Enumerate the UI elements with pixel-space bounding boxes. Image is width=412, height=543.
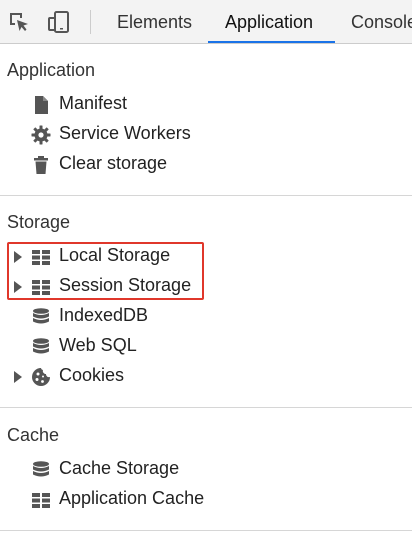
grid-icon (31, 490, 51, 510)
sidebar-item-label: Service Workers (59, 123, 191, 143)
expand-arrow-icon[interactable] (14, 371, 22, 383)
toolbar-divider (90, 10, 91, 34)
section-title-cache: Cache (7, 425, 60, 445)
sidebar-item-label: Web SQL (59, 335, 137, 355)
inspect-element-icon[interactable] (7, 10, 31, 34)
sidebar-item-label: Clear storage (59, 153, 168, 173)
sidebar-item-web-sql[interactable]: Web SQL (0, 332, 412, 362)
application-sidebar: Application Manifest Service Workers Cle… (0, 44, 412, 543)
sidebar-item-cache-storage[interactable]: Cache Storage (0, 455, 412, 485)
cookie-icon (31, 367, 51, 387)
sidebar-item-clear-storage[interactable]: Clear storage (0, 150, 412, 180)
sidebar-item-label: IndexedDB (59, 305, 149, 325)
trash-icon (31, 155, 51, 175)
sidebar-item-label: Manifest (59, 93, 128, 113)
tab-console[interactable]: Console (351, 0, 412, 43)
sidebar-item-service-workers[interactable]: Service Workers (0, 120, 412, 150)
section-title-storage: Storage (7, 212, 71, 232)
sidebar-item-indexeddb[interactable]: IndexedDB (0, 302, 412, 332)
database-icon (31, 307, 51, 327)
section-divider (0, 195, 412, 196)
section-title-application: Application (7, 60, 96, 80)
gear-icon (31, 125, 51, 145)
devtools-toolbar: Elements Application Console (0, 0, 412, 44)
tab-elements[interactable]: Elements (117, 0, 192, 43)
document-icon (31, 95, 51, 115)
section-divider (0, 407, 412, 408)
highlight-annotation-box (7, 242, 204, 300)
database-icon (31, 337, 51, 357)
sidebar-item-label: Cache Storage (59, 458, 180, 478)
sidebar-item-label: Cookies (59, 365, 125, 385)
sidebar-item-label: Application Cache (59, 488, 205, 508)
section-divider (0, 530, 412, 531)
database-icon (31, 460, 51, 480)
sidebar-item-application-cache[interactable]: Application Cache (0, 485, 412, 515)
sidebar-item-cookies[interactable]: Cookies (0, 362, 412, 392)
device-toolbar-icon[interactable] (47, 10, 71, 34)
tab-application[interactable]: Application (225, 0, 313, 43)
sidebar-item-manifest[interactable]: Manifest (0, 90, 412, 120)
